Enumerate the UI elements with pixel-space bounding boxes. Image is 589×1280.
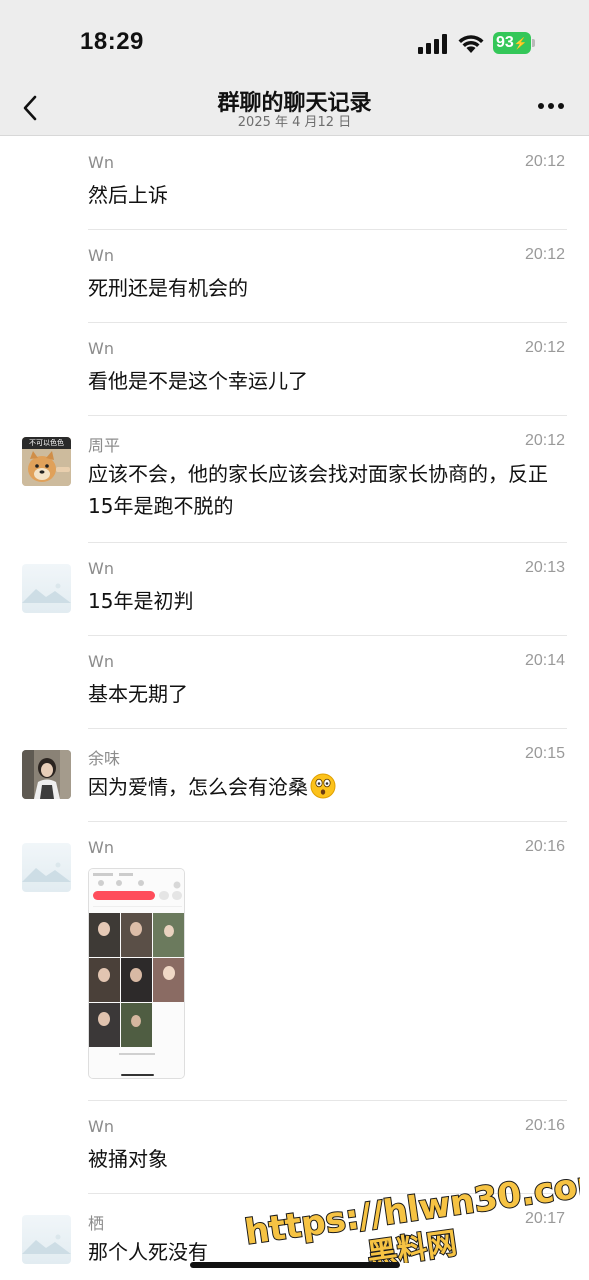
more-dots-icon[interactable] — [534, 94, 568, 118]
message-item[interactable]: 余味 20:15 因为爱情，怎么会有沧桑 — [0, 729, 589, 822]
sender-name: 周平 — [88, 436, 121, 455]
message-text: 因为爱情，怎么会有沧桑 — [88, 771, 566, 803]
avatar-dog[interactable]: 不可以色色 — [22, 437, 71, 486]
message-text: 死刑还是有机会的 — [88, 276, 248, 300]
message-item[interactable]: Wn 20:13 15年是初判 — [0, 543, 589, 636]
avatar-girl[interactable] — [22, 750, 71, 799]
message-time: 20:12 — [524, 432, 565, 449]
landscape-placeholder-icon — [22, 862, 71, 882]
message-text: 看他是不是这个幸运儿了 — [88, 369, 308, 393]
message-time: 20:12 — [524, 339, 565, 356]
page-date: 2025 年 4 月12 日 — [237, 115, 352, 130]
battery-level: 93⚡ — [493, 32, 531, 54]
sender-name: Wn — [88, 838, 114, 857]
message-time: 20:14 — [524, 652, 565, 669]
message-time: 20:13 — [524, 559, 565, 576]
sender-name: Wn — [88, 1117, 114, 1136]
message-time: 20:16 — [524, 838, 565, 855]
message-item[interactable]: Wn 20:16 — [0, 822, 589, 1101]
status-bar: 18:29 93⚡ — [0, 0, 589, 80]
message-item[interactable]: Wn 20:12 然后上诉 — [0, 137, 589, 230]
message-time: 20:12 — [524, 153, 565, 170]
sender-name: 栖 — [88, 1214, 105, 1233]
message-item[interactable]: Wn 20:12 看他是不是这个幸运儿了 — [0, 323, 589, 416]
sender-name: Wn — [88, 559, 114, 578]
battery-icon: 93⚡ — [493, 32, 535, 54]
sender-name: 余味 — [88, 749, 121, 768]
sender-name: Wn — [88, 339, 114, 358]
sender-name: Wn — [88, 246, 114, 265]
nav-bar: 群聊的聊天记录 2025 年 4 月12 日 — [0, 80, 589, 136]
message-list: Wn 20:12 然后上诉 Wn 20:12 死刑还是有机会的 Wn 20:12… — [0, 137, 589, 1280]
screenshot-thumbnail — [89, 869, 184, 1078]
avatar-placeholder[interactable] — [22, 1215, 71, 1264]
avatar-placeholder[interactable] — [22, 843, 71, 892]
message-time: 20:12 — [524, 246, 565, 263]
site-watermark: https://hlwn30.com 黑料网 — [241, 1163, 580, 1263]
sender-name: Wn — [88, 153, 114, 172]
message-time: 20:15 — [524, 745, 565, 762]
home-indicator[interactable] — [190, 1262, 400, 1268]
astonished-emoji-icon — [310, 773, 336, 799]
message-text: 应该不会，他的家长应该会找对面家长协商的，反正15年是跑不脱的 — [88, 462, 548, 518]
message-item[interactable]: 不可以色色 周平 20:12 应该不会，他的家长应该会找对面家长协商的，反正15… — [0, 416, 589, 543]
sender-name: Wn — [88, 652, 114, 671]
avatar-placeholder[interactable] — [22, 564, 71, 613]
message-item[interactable]: Wn 20:12 死刑还是有机会的 — [0, 230, 589, 323]
status-time: 18:29 — [80, 28, 144, 55]
girl-avatar-image — [22, 750, 71, 799]
message-item[interactable]: Wn 20:14 基本无期了 — [0, 636, 589, 729]
wifi-icon — [458, 35, 484, 53]
landscape-placeholder-icon — [22, 1234, 71, 1254]
message-text: 15年是初判 — [88, 589, 194, 613]
message-text: 基本无期了 — [88, 682, 188, 706]
message-time: 20:16 — [524, 1117, 565, 1134]
image-attachment[interactable] — [88, 868, 185, 1079]
message-text: 然后上诉 — [88, 183, 168, 207]
avatar-caption: 不可以色色 — [29, 439, 64, 447]
landscape-placeholder-icon — [22, 583, 71, 603]
signal-icon — [418, 34, 447, 54]
